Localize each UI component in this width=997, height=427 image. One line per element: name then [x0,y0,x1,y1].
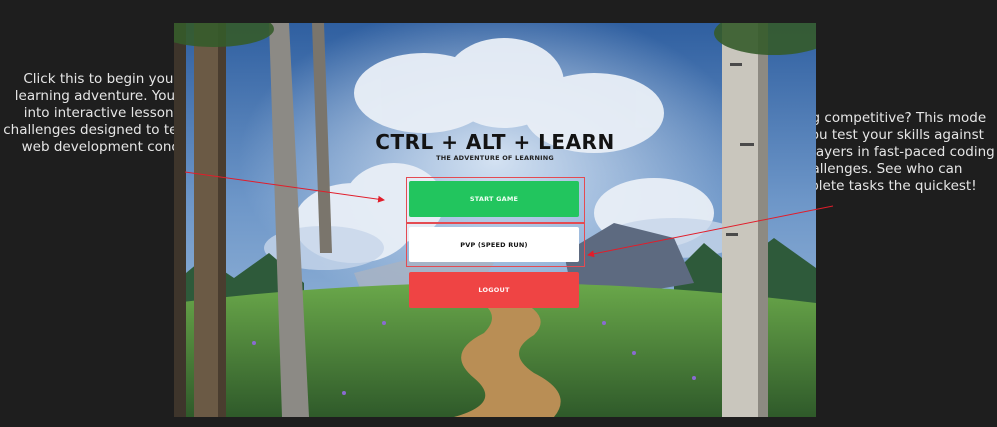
arrow-to-pvp [587,205,834,258]
arrow-to-start [184,171,385,203]
annotation-arrows [184,171,834,258]
